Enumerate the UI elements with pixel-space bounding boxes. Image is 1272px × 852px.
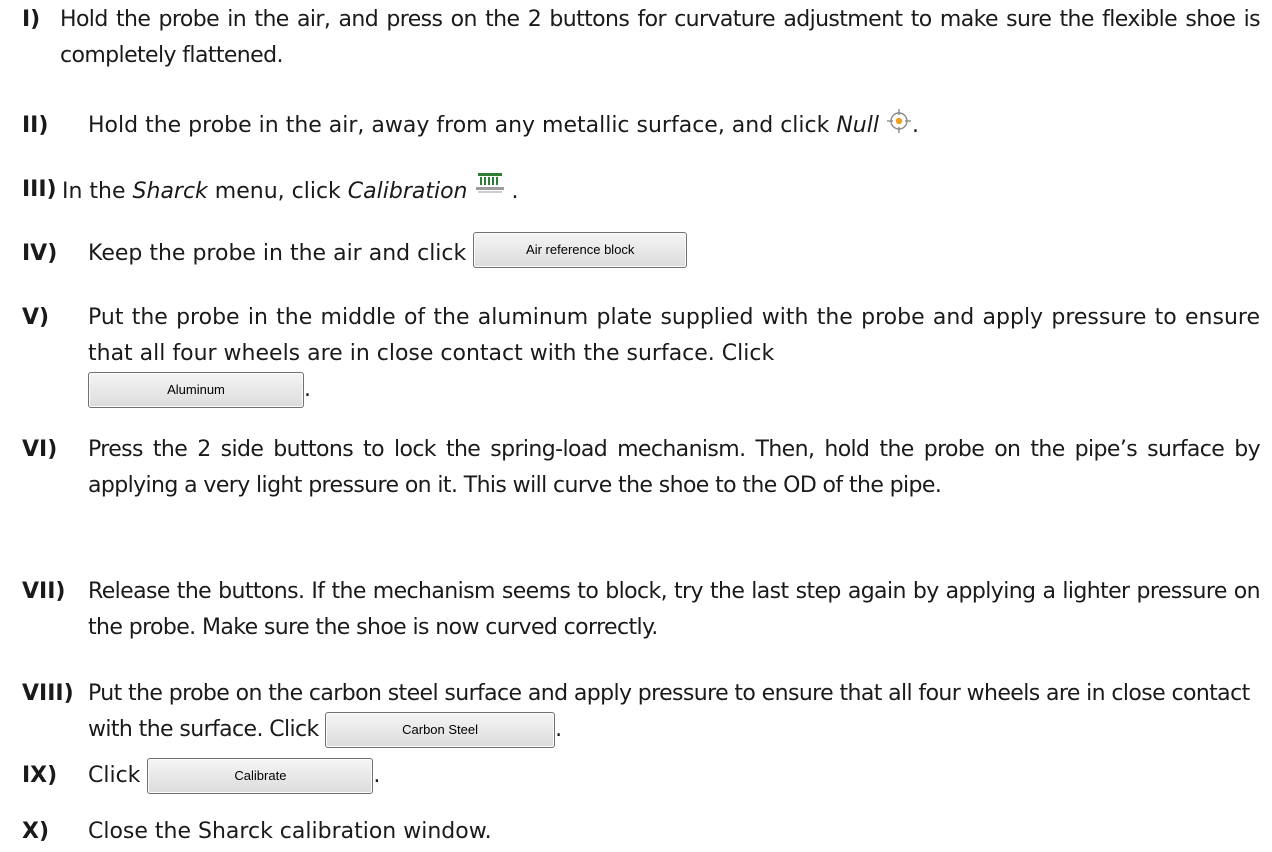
step-text: Hold the probe in the air, and press on … [60, 7, 1261, 68]
step-text: Put the probe in the middle of the alumi… [88, 300, 1260, 408]
step-number: II) [22, 113, 49, 138]
step-text: Close the Sharck calibration window. [88, 819, 492, 844]
step-number: VI) [22, 437, 58, 462]
step-text-part: Hold the probe in the air, away from any… [88, 113, 837, 138]
step-text-part: . [511, 179, 519, 204]
step-number: IX) [22, 763, 58, 788]
step-number: X) [22, 819, 50, 844]
step-text: Release the buttons. If the mechanism se… [88, 579, 1261, 640]
air-reference-block-button[interactable]: Air reference block [473, 232, 688, 268]
step-number: I) [22, 7, 41, 32]
step-number: V) [22, 305, 50, 330]
step-text-part: In the [62, 179, 133, 204]
null-label: Null [836, 113, 879, 138]
step-text-part: . [304, 377, 311, 402]
step-number: VII) [22, 579, 66, 604]
calibration-label: Calibration [347, 179, 468, 204]
calibrate-button[interactable]: Calibrate [147, 758, 374, 794]
sharck-label: Sharck [132, 179, 208, 204]
step-text-part: . [911, 113, 919, 138]
step-number: VIII) [22, 681, 74, 706]
step-text-part: menu, click [207, 179, 348, 204]
step-text-part: Put the probe in the middle of the alumi… [88, 305, 1260, 366]
step-text: In the Sharck menu, click Calibration . [62, 172, 1260, 210]
calibration-icon [475, 173, 504, 193]
step-text: Put the probe on the carbon steel surfac… [88, 676, 1260, 748]
step-text: Press the 2 side buttons to lock the spr… [88, 437, 1261, 498]
step-text: Hold the probe in the air, away from any… [88, 108, 1260, 144]
step-text-part: Keep the probe in the air and click [88, 241, 474, 266]
step-text: Keep the probe in the air and click Air … [88, 232, 1260, 272]
step-text-part: . [373, 763, 381, 788]
step-number: III) [22, 177, 57, 202]
step-text-part: Put the probe on the carbon steel surfac… [88, 681, 1250, 742]
step-text: Click Calibrate. [88, 758, 1260, 794]
step-number: IV) [22, 241, 58, 266]
aluminum-button[interactable]: Aluminum [88, 372, 304, 408]
step-text-part: Click [88, 763, 148, 788]
step-text-part: . [555, 717, 562, 742]
null-crosshair-icon [886, 109, 911, 133]
carbon-steel-button[interactable]: Carbon Steel [325, 712, 556, 748]
